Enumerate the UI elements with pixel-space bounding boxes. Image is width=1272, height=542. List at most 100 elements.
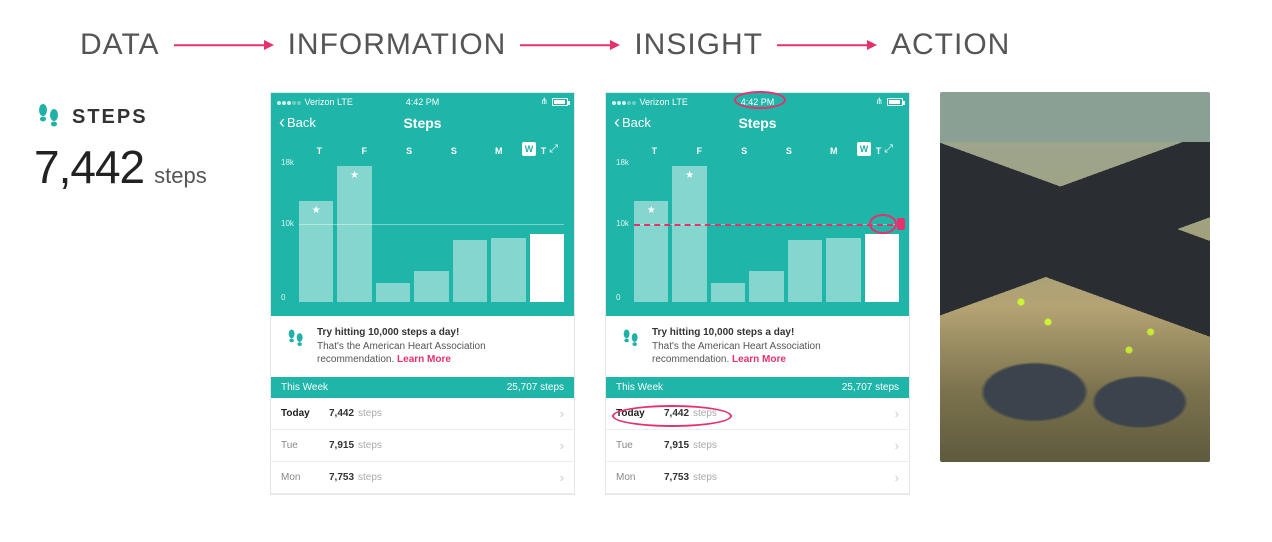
nav-title: Steps [738, 115, 776, 131]
y-axis-label: 18k [281, 158, 294, 167]
list-value: 7,915 [664, 440, 689, 451]
learn-more-link[interactable]: Learn More [732, 354, 786, 365]
chart-bar [530, 234, 564, 302]
day-label: T [299, 146, 340, 156]
chart-area: TFSSMT W ⤢ 18k 10k ★★ 0 [606, 138, 909, 316]
list-item[interactable]: Today 7,442 steps › [606, 398, 909, 430]
bars-region: 18k 10k ★★ 0 [634, 162, 899, 302]
list-unit: steps [358, 408, 382, 419]
list-value: 7,915 [329, 440, 354, 451]
steps-value: 7,442 [34, 140, 144, 194]
chevron-right-icon: › [560, 406, 564, 421]
chart-bar: ★ [337, 166, 371, 302]
bars-region: 18k 10k ★★ 0 [299, 162, 564, 302]
day-label: S [724, 146, 765, 156]
y-axis-label: 10k [616, 219, 629, 228]
footprints-icon [285, 328, 307, 353]
signal-icon: Verizon LTE [612, 97, 688, 107]
y-axis-label: 0 [616, 293, 620, 302]
list-day: Today [281, 408, 329, 419]
expand-icon[interactable]: ⤢ [884, 143, 893, 156]
chart-bar [711, 283, 745, 302]
list-item[interactable]: Today 7,442 steps › [271, 398, 574, 430]
chart-bar [749, 271, 783, 302]
day-label: M [478, 146, 519, 156]
bluetooth-icon: ⋔ [540, 96, 548, 107]
nav-title: Steps [403, 115, 441, 131]
current-day-badge[interactable]: W [857, 142, 871, 156]
week-header: This Week 25,707 steps [271, 377, 574, 398]
week-header: This Week 25,707 steps [606, 377, 909, 398]
nav-bar: ‹Back Steps [271, 110, 574, 138]
status-time: 4:42 PM [741, 97, 775, 107]
phone-information: Verizon LTE 4:42 PM ⋔ ‹Back Steps TFSSMT… [270, 92, 575, 495]
expand-icon[interactable]: ⤢ [549, 143, 558, 156]
tip-row: Try hitting 10,000 steps a day! That's t… [606, 316, 909, 377]
chart-bar [826, 238, 860, 302]
list-unit: steps [358, 472, 382, 483]
star-icon: ★ [312, 205, 321, 216]
footprints-icon [34, 102, 64, 132]
day-label: S [768, 146, 809, 156]
chevron-left-icon: ‹ [614, 116, 620, 129]
current-day-badge[interactable]: W [522, 142, 536, 156]
bluetooth-icon: ⋔ [875, 96, 883, 107]
list-value: 7,442 [329, 408, 354, 419]
header-information: INFORMATION [288, 28, 507, 62]
chevron-right-icon: › [895, 406, 899, 421]
list-value: 7,753 [664, 472, 689, 483]
list-unit: steps [693, 472, 717, 483]
chevron-right-icon: › [560, 438, 564, 453]
tip-text: Try hitting 10,000 steps a day! That's t… [317, 326, 560, 367]
list-unit: steps [693, 408, 717, 419]
data-column: STEPS 7,442 steps [30, 92, 240, 194]
list-day: Mon [281, 472, 329, 483]
phone-insight: Verizon LTE 4:42 PM ⋔ ‹Back Steps TFSSMT… [605, 92, 910, 495]
list-unit: steps [693, 440, 717, 451]
header-insight: INSIGHT [634, 28, 763, 62]
chart-bar [376, 283, 410, 302]
signal-icon: Verizon LTE [277, 97, 353, 107]
back-button[interactable]: ‹Back [614, 115, 651, 130]
learn-more-link[interactable]: Learn More [397, 354, 451, 365]
list-unit: steps [358, 440, 382, 451]
y-axis-label: 18k [616, 158, 629, 167]
chart-bar [788, 240, 822, 302]
day-label: S [433, 146, 474, 156]
list-value: 7,753 [329, 472, 354, 483]
list-item[interactable]: Tue 7,915 steps › [271, 430, 574, 462]
chart-bar [453, 240, 487, 302]
chevron-right-icon: › [895, 438, 899, 453]
bar-row: ★★ [299, 162, 564, 302]
tip-text: Try hitting 10,000 steps a day! That's t… [652, 326, 895, 367]
day-label: F [344, 146, 385, 156]
week-label: This Week [281, 382, 328, 393]
nav-bar: ‹Back Steps [606, 110, 909, 138]
list-day: Mon [616, 472, 664, 483]
y-axis-label: 0 [281, 293, 285, 302]
list-day: Tue [616, 440, 664, 451]
list-item[interactable]: Mon 7,753 steps › [271, 462, 574, 494]
star-icon: ★ [647, 205, 656, 216]
chart-area: TFSSMT W ⤢ 18k 10k ★★ 0 [271, 138, 574, 316]
chevron-right-icon: › [895, 470, 899, 485]
tip-title: Try hitting 10,000 steps a day! [652, 327, 794, 338]
back-button[interactable]: ‹Back [279, 115, 316, 130]
battery-icon [887, 98, 903, 106]
day-label: M [813, 146, 854, 156]
chart-bar: ★ [634, 201, 668, 302]
arrow-icon [174, 39, 274, 51]
battery-icon [552, 98, 568, 106]
day-label: T [634, 146, 675, 156]
bar-row: ★★ [634, 162, 899, 302]
list-item[interactable]: Tue 7,915 steps › [606, 430, 909, 462]
arrow-icon [520, 39, 620, 51]
week-total: 25,707 steps [507, 382, 564, 393]
action-photo [940, 92, 1210, 462]
day-labels: TFSSMT W ⤢ [281, 142, 564, 162]
list-item[interactable]: Mon 7,753 steps › [606, 462, 909, 494]
steps-title: STEPS [72, 106, 148, 129]
week-total: 25,707 steps [842, 382, 899, 393]
header-data: DATA [80, 28, 160, 62]
tip-row: Try hitting 10,000 steps a day! That's t… [271, 316, 574, 377]
